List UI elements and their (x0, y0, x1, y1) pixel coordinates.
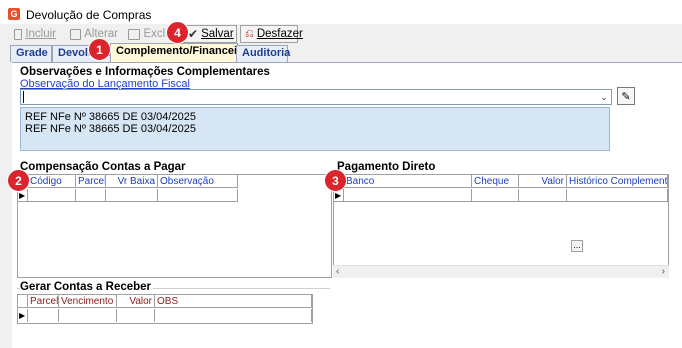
horizontal-scrollbar[interactable]: ‹ › (333, 265, 669, 278)
observacoes-title: Observações e Informações Complementares (20, 66, 270, 78)
scroll-left-icon[interactable]: ‹ (336, 266, 339, 277)
cell[interactable] (117, 309, 155, 322)
column-header[interactable]: Valor (117, 295, 155, 308)
cell[interactable] (158, 189, 238, 202)
salvar-label: Salvar (201, 28, 234, 40)
annotation-badge: 4 (166, 21, 189, 44)
notes-line: REF NFe Nº 38665 DE 03/04/2025 (25, 123, 196, 135)
compensacao-grid-header: Código Parcela Vr Baixa Observação (18, 175, 238, 188)
cell[interactable] (28, 189, 76, 202)
column-header[interactable]: Vencimento (59, 295, 117, 308)
tab-auditoria[interactable]: Auditoria (236, 45, 290, 62)
pagamento-grid-header: Banco Cheque Valor Histórico Complementa… (334, 175, 668, 188)
chevron-down-icon[interactable]: ⌄ (597, 90, 611, 104)
desfazer-button[interactable]: ⎌ Desfazer (240, 25, 303, 43)
column-header[interactable]: Banco (344, 175, 472, 188)
annotation-badge: 3 (324, 169, 347, 192)
desfazer-label: Desfazer (256, 28, 303, 40)
gerar-title: Gerar Contas a Receber (20, 281, 154, 293)
delete-record-icon (128, 28, 141, 40)
table-row[interactable]: ▶ (18, 189, 238, 202)
app-icon: G (8, 8, 20, 20)
gerar-grid[interactable]: Parcela Vencimento Valor OBS ▶ (17, 294, 313, 324)
column-header[interactable]: Histórico Complementar (567, 175, 668, 188)
column-header[interactable]: Valor (519, 175, 567, 188)
column-header[interactable]: Parcela (76, 175, 106, 188)
notes-line: REF NFe Nº 38665 DE 03/04/2025 (25, 111, 196, 123)
gerar-grid-header: Parcela Vencimento Valor OBS (18, 295, 312, 308)
window-title: Devolução de Compras (26, 8, 152, 22)
tab-complemento-financeiro[interactable]: Complemento/Financeiro (110, 43, 248, 62)
row-indicator-header (18, 295, 28, 308)
compensacao-title: Compensação Contas a Pagar (20, 161, 186, 173)
column-header[interactable]: Código (28, 175, 76, 188)
cell[interactable] (344, 189, 472, 202)
edit-note-button[interactable]: ✎ (617, 87, 635, 105)
cell[interactable] (106, 189, 158, 202)
column-header[interactable]: OBS (155, 295, 312, 308)
cell[interactable] (519, 189, 567, 202)
annotation-badge: 2 (7, 169, 30, 192)
edit-record-icon (70, 28, 82, 40)
incluir-button[interactable]: Incluir (10, 25, 60, 43)
cell[interactable] (472, 189, 519, 202)
title-bar: G Devolução de Compras (0, 0, 682, 24)
compensacao-grid[interactable]: Código Parcela Vr Baixa Observação ▶ (17, 174, 332, 278)
column-header[interactable]: Observação (158, 175, 238, 188)
undo-icon: ⎌ (245, 27, 254, 40)
table-row[interactable]: ▶ (18, 309, 312, 322)
text-cursor (23, 91, 24, 103)
pagamento-title: Pagamento Direto (337, 161, 436, 173)
column-header[interactable]: Vr Baixa (106, 175, 158, 188)
cell[interactable] (155, 309, 312, 322)
cell[interactable] (76, 189, 106, 202)
notepad-edit-icon: ✎ (621, 90, 631, 103)
table-row[interactable]: ▶ (334, 189, 668, 202)
annotation-badge: 1 (88, 38, 111, 61)
cell[interactable] (59, 309, 117, 322)
devolucao-compras-window: G Devolução de Compras Incluir Alterar E… (0, 0, 682, 348)
cell[interactable] (28, 309, 59, 322)
tab-grade[interactable]: Grade (10, 45, 52, 62)
salvar-button[interactable]: ✔ Salvar (183, 25, 237, 43)
observacao-combo[interactable]: ⌄ (20, 89, 612, 105)
row-pointer-icon: ▶ (18, 309, 28, 322)
ellipsis-button[interactable]: ... (571, 240, 583, 252)
cell[interactable] (567, 189, 668, 202)
pagamento-grid[interactable]: Banco Cheque Valor Histórico Complementa… (333, 174, 669, 278)
scroll-right-icon[interactable]: › (662, 266, 665, 277)
save-check-icon: ✔ (188, 27, 199, 41)
column-header[interactable]: Cheque (472, 175, 519, 188)
incluir-label: Incluir (25, 28, 56, 40)
column-header[interactable]: Parcela (28, 295, 59, 308)
new-record-icon (14, 28, 23, 40)
observacoes-notes[interactable]: REF NFe Nº 38665 DE 03/04/2025 REF NFe N… (20, 107, 610, 151)
